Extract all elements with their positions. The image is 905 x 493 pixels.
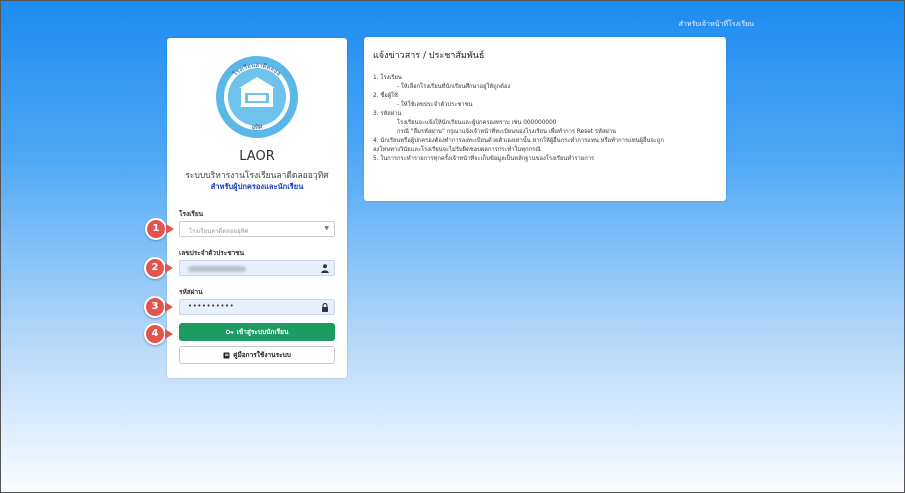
audience-label: สำหรับผู้ปกครองและนักเรียน (210, 182, 304, 191)
news-line: 5. ในการกระทำรายการทุกครั้งเจ้าหน้าที่จะ… (373, 156, 595, 162)
step-badge-3: 3 (144, 296, 166, 318)
manual-button[interactable]: คู่มือการใช้งานระบบ (179, 346, 335, 364)
password-label: รหัสผ่าน (179, 288, 203, 296)
badge-pointer (165, 302, 173, 312)
system-name: ระบบบริหารงานโรงเรียนลาดีดลออวุทิศ (185, 171, 329, 181)
step-badge-2: 2 (144, 257, 166, 279)
id-label: เลขประจำตัวประชาชน (179, 249, 245, 257)
login-button[interactable]: เข้าสู่ระบบนักเรียน (179, 323, 335, 341)
badge-pointer (166, 224, 174, 234)
svg-text:อุทิศ: อุทิศ (251, 124, 263, 132)
key-icon (225, 329, 234, 335)
badge-pointer (165, 263, 173, 273)
password-input[interactable]: •••••••••• (179, 299, 335, 315)
book-icon (223, 352, 230, 358)
badge-pointer (165, 329, 173, 339)
lock-icon (322, 303, 328, 312)
news-card: แจ้งข่าวสาร / ประชาสัมพันธ์ 1. โรงเรียน … (364, 37, 726, 201)
login-button-label: เข้าสู่ระบบนักเรียน (236, 328, 289, 336)
news-line: - ให้ใช้เลขประจำตัวประชาชน (397, 102, 473, 108)
id-input[interactable] (179, 260, 335, 276)
id-input-value-blurred (188, 266, 246, 272)
login-card: โรงเรียนลาดีดลออ อุทิศ LAOR ระบบบริหารงา… (167, 38, 347, 378)
news-line: 2. ชื่อผู้ใช้ (373, 93, 398, 99)
step-badge-1: 1 (145, 218, 167, 240)
school-label: โรงเรียน (179, 210, 204, 218)
news-line: - ให้เลือกโรงเรียนที่นักเรียนศึกษาอยู่ให… (397, 84, 511, 90)
step-badge-4: 4 (144, 323, 166, 345)
app-title: LAOR (239, 149, 275, 164)
school-select-placeholder: โรงเรียนลาดีดลอออุทิศ (189, 228, 249, 235)
password-input-value: •••••••••• (188, 302, 235, 310)
manual-button-label: คู่มือการใช้งานระบบ (233, 351, 291, 359)
staff-login-link[interactable]: สำหรับเจ้าหน้าที่โรงเรียน (679, 19, 754, 30)
school-logo: โรงเรียนลาดีดลออ อุทิศ (216, 56, 298, 138)
page-background: สำหรับเจ้าหน้าที่โรงเรียน โรงเรียนลาดีดล… (0, 0, 905, 493)
school-select[interactable]: โรงเรียนลาดีดลอออุทิศ ▼ (179, 221, 335, 237)
news-title: แจ้งข่าวสาร / ประชาสัมพันธ์ (373, 51, 485, 61)
chevron-down-icon: ▼ (324, 225, 329, 232)
user-icon (321, 264, 329, 273)
